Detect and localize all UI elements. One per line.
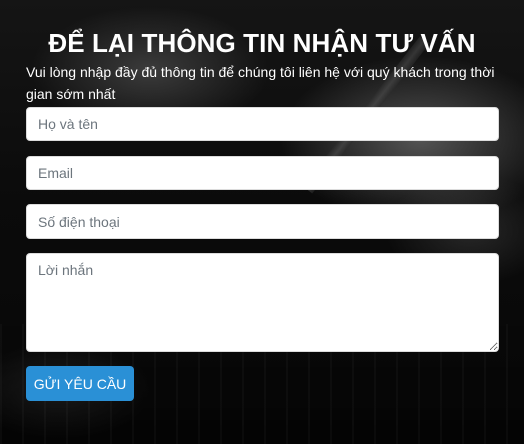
message-textarea[interactable] (26, 253, 499, 352)
form-description: Vui lòng nhập đầy đủ thông tin để chúng … (26, 64, 495, 102)
email-input[interactable] (26, 156, 499, 190)
phone-input[interactable] (26, 204, 499, 239)
background-image: ĐỂ LẠI THÔNG TIN NHẬN TƯ VẤN Vui lòng nh… (0, 0, 524, 444)
name-input[interactable] (26, 107, 499, 141)
submit-request-button[interactable]: GỬI YÊU CẦU (26, 366, 134, 401)
form-title: ĐỂ LẠI THÔNG TIN NHẬN TƯ VẤN (48, 28, 476, 58)
